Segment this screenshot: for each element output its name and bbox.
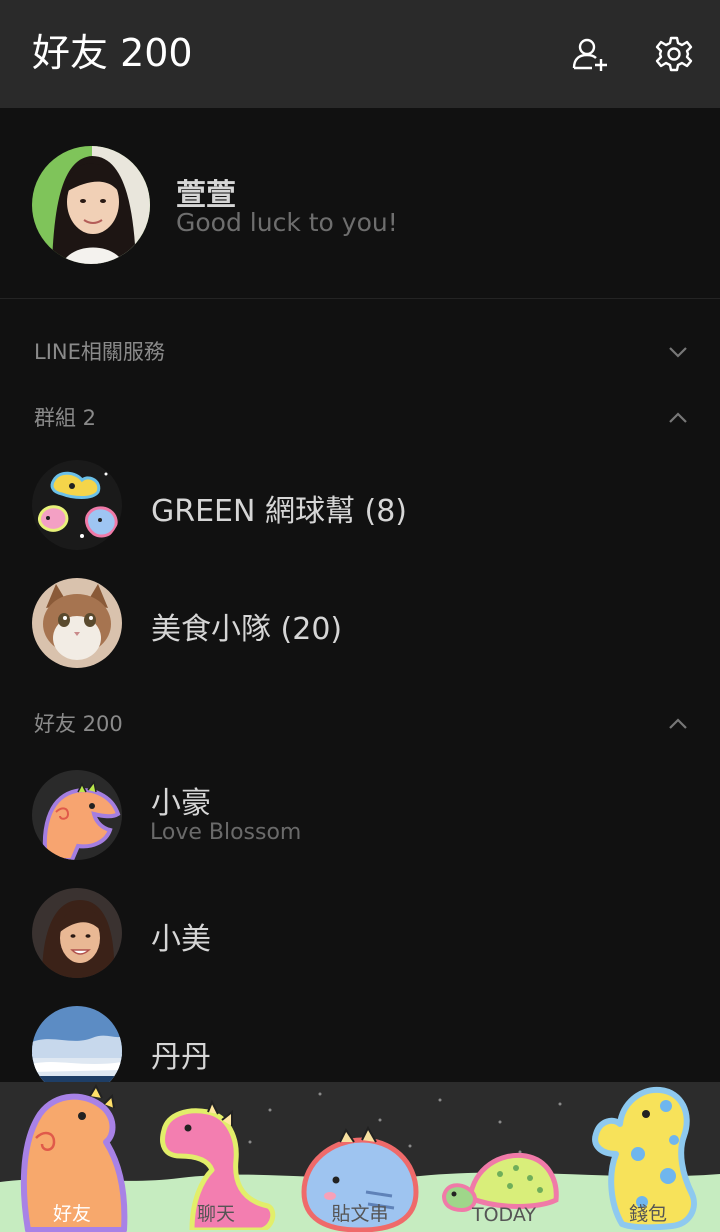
list-item-group[interactable]: 美食小隊 (20) <box>0 564 720 682</box>
friend-status: Love Blossom <box>150 820 302 845</box>
list-item-friend[interactable]: 小豪 Love Blossom <box>0 756 720 874</box>
group-name: 美食小隊 (20) <box>151 612 343 647</box>
list-item-friend[interactable]: 小美 <box>0 874 720 992</box>
my-profile[interactable]: 萱萱 Good luck to you! <box>0 108 720 299</box>
add-friend-button[interactable] <box>570 34 610 74</box>
section-label: 好友 200 <box>34 712 123 736</box>
gear-icon <box>655 36 693 72</box>
avatar <box>32 578 122 668</box>
header-bar: 好友 200 <box>0 0 720 108</box>
tab-wallet[interactable]: 錢包 <box>576 1082 720 1232</box>
section-friends[interactable]: 好友 200 <box>0 694 720 754</box>
tab-timeline[interactable]: 貼文串 <box>288 1082 432 1232</box>
avatar <box>32 770 122 860</box>
tab-label: 錢包 <box>628 1203 667 1225</box>
tab-label: 貼文串 <box>331 1203 389 1225</box>
tab-today[interactable]: TODAY <box>432 1082 576 1232</box>
tab-label: TODAY <box>472 1204 536 1226</box>
tab-chats[interactable]: 聊天 <box>144 1082 288 1232</box>
profile-status: Good luck to you! <box>176 208 398 237</box>
chevron-down-icon <box>669 347 687 358</box>
settings-button[interactable] <box>654 34 694 74</box>
friend-name: 小美 <box>151 922 211 957</box>
section-line-services[interactable]: LINE相關服務 <box>0 322 720 382</box>
friend-name: 小豪 <box>151 786 211 821</box>
tab-label: 好友 <box>52 1203 91 1225</box>
avatar <box>32 888 122 978</box>
avatar <box>32 146 150 264</box>
section-groups[interactable]: 群組 2 <box>0 388 720 448</box>
bottom-tab-bar: 好友 聊天 貼文串 TODAY 錢包 <box>0 1082 720 1232</box>
tab-friends[interactable]: 好友 <box>0 1082 144 1232</box>
section-label: LINE相關服務 <box>34 340 165 364</box>
chevron-up-icon <box>669 718 687 729</box>
list-item-group[interactable]: GREEN 網球幫 (8) <box>0 446 720 564</box>
chevron-up-icon <box>669 412 687 423</box>
group-name: GREEN 網球幫 (8) <box>151 494 408 529</box>
friend-name: 丹丹 <box>151 1040 211 1075</box>
page-title: 好友 200 <box>32 31 193 75</box>
section-label: 群組 2 <box>34 406 97 430</box>
tab-label: 聊天 <box>196 1203 235 1225</box>
avatar <box>32 460 122 550</box>
add-friend-icon <box>572 38 607 71</box>
